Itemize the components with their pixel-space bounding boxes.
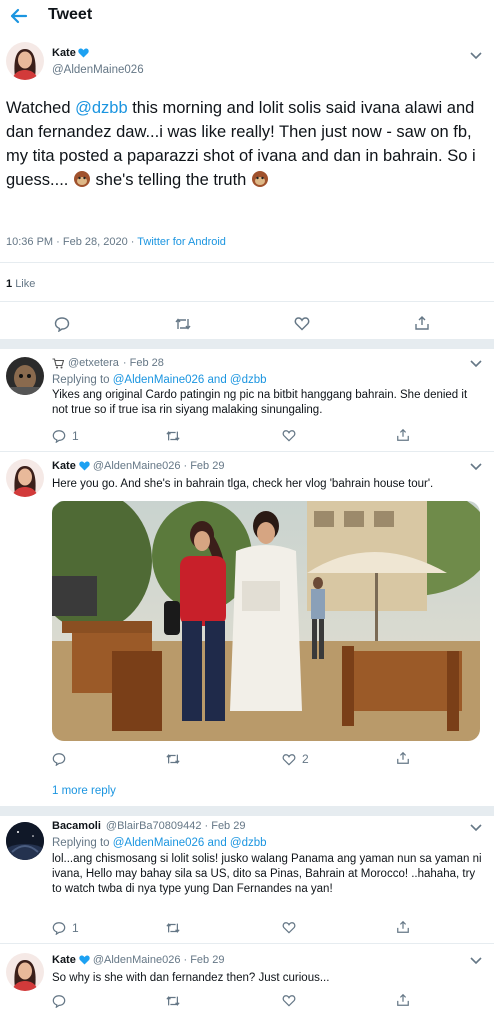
reply-date: · Feb 29	[183, 460, 225, 472]
monkey-emoji-icon	[251, 170, 269, 188]
reply-button[interactable]	[54, 316, 70, 332]
reply-text: lol...ang chismosang si lolit solis! jus…	[52, 853, 482, 895]
reply-button[interactable]	[52, 752, 66, 766]
reply-button[interactable]: 1	[52, 429, 79, 443]
reply-author-name[interactable]: Kate	[52, 954, 76, 966]
reply-date: · Feb 29	[204, 820, 246, 832]
reply-handle[interactable]: @BlairBa70809442	[106, 820, 202, 832]
replying-to: Replying to @AldenMaine026 and @dzbb	[52, 837, 267, 849]
like-button[interactable]	[282, 921, 296, 934]
share-button[interactable]	[396, 751, 410, 765]
monkey-emoji-icon	[73, 170, 91, 188]
author-name[interactable]: Kate	[52, 47, 76, 59]
chevron-down-icon[interactable]	[470, 52, 482, 60]
share-button[interactable]	[396, 993, 410, 1007]
share-button[interactable]	[414, 315, 430, 331]
likes-count[interactable]: 1 Like	[6, 278, 35, 290]
reply-date: · Feb 28	[122, 357, 164, 369]
reply-author-name[interactable]: Kate	[52, 460, 76, 472]
verified-heart-icon	[79, 461, 90, 471]
back-arrow-icon[interactable]	[10, 8, 28, 24]
mention-link[interactable]: @dzbb	[75, 99, 128, 117]
page-title: Tweet	[48, 6, 93, 23]
share-button[interactable]	[396, 920, 410, 934]
avatar[interactable]	[6, 822, 44, 860]
retweet-button[interactable]	[165, 752, 181, 766]
verified-heart-icon	[79, 955, 90, 965]
retweet-button[interactable]	[165, 921, 181, 935]
retweet-button[interactable]	[165, 429, 181, 443]
reply-button[interactable]	[52, 994, 66, 1008]
avatar[interactable]	[6, 953, 44, 991]
chevron-down-icon[interactable]	[470, 824, 482, 832]
reply-text: Yikes ang original Cardo patingin ng pic…	[52, 389, 468, 416]
chevron-down-icon[interactable]	[470, 360, 482, 368]
like-count: 2	[302, 752, 309, 766]
chevron-down-icon[interactable]	[470, 463, 482, 471]
reply-count: 1	[72, 429, 79, 443]
reply-text: Here you go. And she's in bahrain tlga, …	[52, 478, 434, 490]
avatar[interactable]	[6, 357, 44, 395]
reply-handle[interactable]: @etxetera	[68, 357, 119, 369]
reply-author-name[interactable]: Bacamoli	[52, 820, 101, 832]
like-button[interactable]	[282, 994, 296, 1007]
replying-to: Replying to @AldenMaine026 and @dzbb	[52, 374, 267, 386]
verified-heart-icon	[78, 48, 89, 58]
avatar[interactable]	[6, 459, 44, 497]
client-link[interactable]: Twitter for Android	[137, 236, 226, 248]
more-replies-link[interactable]: 1 more reply	[52, 785, 116, 797]
retweet-button[interactable]	[174, 316, 192, 332]
like-button[interactable]	[282, 429, 296, 442]
retweet-button[interactable]	[165, 994, 181, 1008]
reply-date: · Feb 29	[183, 954, 225, 966]
reply-handle[interactable]: @AldenMaine026	[93, 460, 181, 472]
tweet-timestamp: 10:36 PM · Feb 28, 2020 · Twitter for An…	[6, 236, 226, 248]
author-handle[interactable]: @AldenMaine026	[52, 64, 144, 76]
share-button[interactable]	[396, 428, 410, 442]
reply-button[interactable]: 1	[52, 921, 79, 935]
reply-text: So why is she with dan fernandez then? J…	[52, 972, 330, 984]
like-button[interactable]	[294, 316, 310, 331]
like-button[interactable]: 2	[282, 752, 309, 766]
chevron-down-icon[interactable]	[470, 957, 482, 965]
shopping-cart-icon	[52, 357, 64, 369]
reply-handle[interactable]: @AldenMaine026	[93, 954, 181, 966]
avatar[interactable]	[6, 42, 44, 80]
attached-photo[interactable]	[52, 501, 480, 741]
reply-count: 1	[72, 921, 79, 935]
tweet-text: Watched @dzbb this morning and lolit sol…	[6, 99, 476, 189]
